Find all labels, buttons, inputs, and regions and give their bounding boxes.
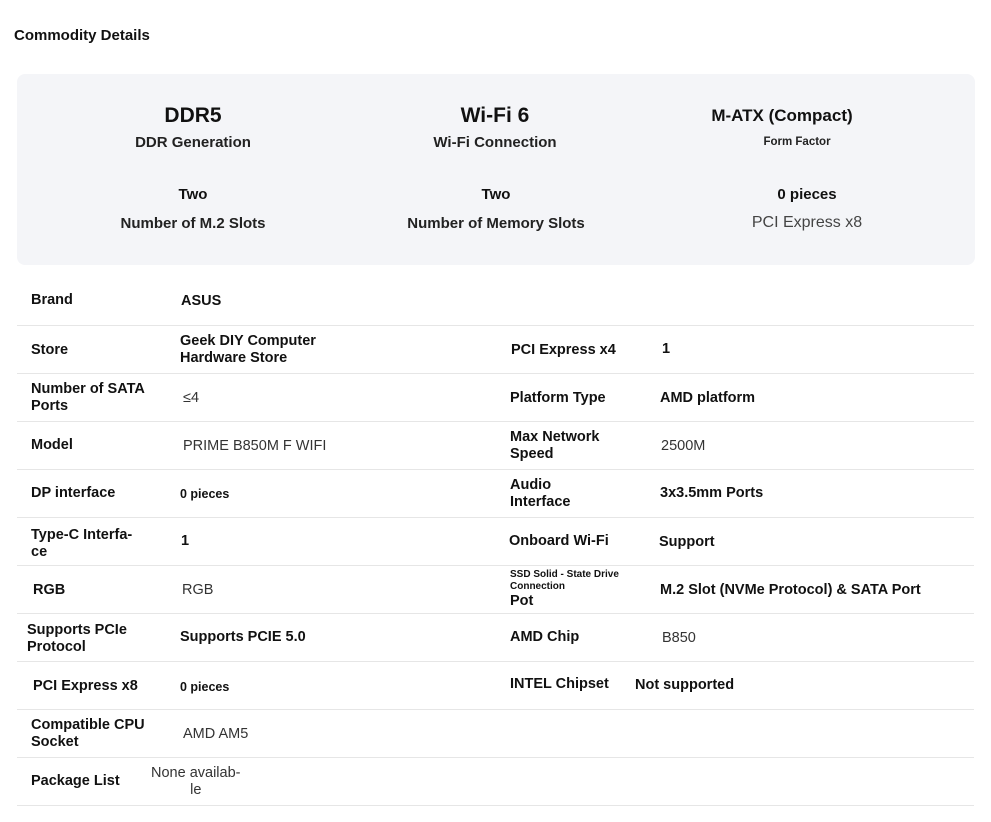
highlight-m2: Two Number of M.2 Slots	[43, 186, 343, 232]
spec-value: Supports PCIE 5.0	[180, 629, 306, 645]
table-row: Number of SATA Ports ≤4 Platform Type AM…	[17, 374, 974, 422]
spec-key-line: Socket	[31, 734, 79, 750]
spec-key: SSD Solid - State Drive Connection Pot	[510, 569, 619, 610]
spec-table: Brand ASUS Store Geek DIY Computer Hardw…	[17, 278, 974, 806]
spec-value: Geek DIY Computer Hardware Store	[180, 333, 316, 367]
spec-key-line: Connection	[510, 581, 565, 592]
highlight-label: Number of M.2 Slots	[120, 215, 266, 232]
table-row: Supports PCIe Protocol Supports PCIE 5.0…	[17, 614, 974, 662]
spec-value: 0 pieces	[180, 487, 230, 501]
highlight-value: Wi-Fi 6	[460, 104, 530, 127]
spec-key-line: ce	[31, 544, 48, 560]
highlight-label: Wi-Fi Connection	[433, 134, 557, 151]
spec-key: Max Network Speed	[510, 429, 599, 463]
spec-value-line: Hardware Store	[180, 350, 288, 366]
spec-key: PCI Express x8	[33, 678, 138, 694]
highlights-panel: DDR5 DDR Generation Wi-Fi 6 Wi-Fi Connec…	[17, 74, 975, 265]
spec-value: M.2 Slot (NVMe Protocol) & SATA Port	[660, 582, 921, 598]
spec-value: RGB	[182, 582, 214, 598]
highlight-label: Number of Memory Slots	[407, 215, 585, 232]
spec-key-line: Type-C Interfa-	[31, 527, 133, 543]
spec-key: Onboard Wi-Fi	[509, 533, 609, 549]
spec-value: 1	[662, 341, 671, 357]
spec-value: None availab- le	[151, 765, 240, 799]
spec-value: ASUS	[181, 293, 222, 309]
spec-key-line: Ports	[31, 398, 69, 414]
table-row: Type-C Interfa- ce 1 Onboard Wi-Fi Suppo…	[17, 518, 974, 566]
spec-key: RGB	[33, 582, 66, 598]
spec-key: Store	[31, 342, 69, 358]
spec-value-line: Geek DIY Computer	[180, 333, 316, 349]
table-row: DP interface 0 pieces Audio Interface 3x…	[17, 470, 974, 518]
highlight-label: DDR Generation	[135, 134, 251, 151]
highlight-label: Form Factor	[763, 136, 831, 148]
highlight-label: PCI Express x8	[751, 214, 863, 231]
spec-value-line: None availab-	[151, 765, 241, 781]
spec-key: Model	[31, 437, 73, 453]
spec-key: Number of SATA Ports	[31, 381, 145, 415]
spec-key: DP interface	[31, 485, 116, 501]
spec-key-line: Max Network	[510, 429, 600, 445]
table-row: Model PRIME B850M F WIFI Max Network Spe…	[17, 422, 974, 470]
spec-key: Platform Type	[510, 390, 606, 406]
spec-value: 2500M	[661, 438, 706, 454]
table-row: Package List None availab- le	[17, 758, 974, 806]
spec-key-line: Number of SATA	[31, 381, 145, 397]
spec-key-line: Speed	[510, 446, 554, 462]
highlight-ddr: DDR5 DDR Generation	[43, 104, 343, 151]
spec-key: PCI Express x4	[511, 342, 616, 358]
spec-value: B850	[662, 630, 696, 646]
highlight-value: DDR5	[164, 104, 222, 127]
spec-value: ≤4	[183, 390, 200, 406]
table-row: PCI Express x8 0 pieces INTEL Chipset No…	[17, 662, 974, 710]
highlight-value: Two	[178, 186, 208, 203]
spec-value: PRIME B850M F WIFI	[183, 438, 327, 454]
spec-value: 3x3.5mm Ports	[660, 485, 764, 501]
spec-value: Support	[659, 534, 715, 550]
highlight-pci-x8: 0 pieces PCI Express x8	[657, 186, 957, 232]
spec-key-line: Interface	[510, 494, 571, 510]
highlight-form-factor: M-ATX (Compact) Form Factor	[632, 106, 932, 148]
spec-key: Brand	[31, 292, 73, 308]
spec-value: 1	[181, 533, 190, 549]
highlight-value: M-ATX (Compact)	[711, 106, 853, 125]
page-title: Commodity Details	[14, 27, 150, 44]
table-row: Brand ASUS	[17, 278, 974, 326]
spec-key: AMD Chip	[510, 629, 580, 645]
spec-key: Package List	[31, 773, 120, 789]
spec-key-line: Audio	[510, 477, 552, 493]
table-row: Compatible CPU Socket AMD AM5	[17, 710, 974, 758]
highlight-wifi: Wi-Fi 6 Wi-Fi Connection	[345, 104, 645, 151]
spec-value: AMD AM5	[183, 726, 249, 742]
highlight-value: 0 pieces	[777, 186, 837, 203]
spec-value: Not supported	[635, 677, 735, 693]
spec-key-line: Pot	[510, 593, 534, 609]
spec-key-line: Compatible CPU	[31, 717, 145, 733]
spec-value-line: le	[190, 782, 202, 798]
spec-key: INTEL Chipset	[510, 676, 609, 692]
spec-key: Compatible CPU Socket	[31, 717, 145, 751]
spec-key-line: SSD Solid - State Drive	[510, 569, 619, 580]
spec-value: 0 pieces	[180, 680, 230, 694]
spec-key-line: Protocol	[27, 639, 86, 655]
table-row: Store Geek DIY Computer Hardware Store P…	[17, 326, 974, 374]
highlight-memory: Two Number of Memory Slots	[346, 186, 646, 232]
highlight-value: Two	[481, 186, 511, 203]
spec-value: AMD platform	[660, 390, 756, 406]
spec-key: Supports PCIe Protocol	[27, 622, 127, 656]
spec-key: Audio Interface	[510, 477, 570, 511]
spec-key-line: Supports PCIe	[27, 622, 127, 638]
table-row: RGB RGB SSD Solid - State Drive Connecti…	[17, 566, 974, 614]
spec-key: Type-C Interfa- ce	[31, 527, 132, 561]
